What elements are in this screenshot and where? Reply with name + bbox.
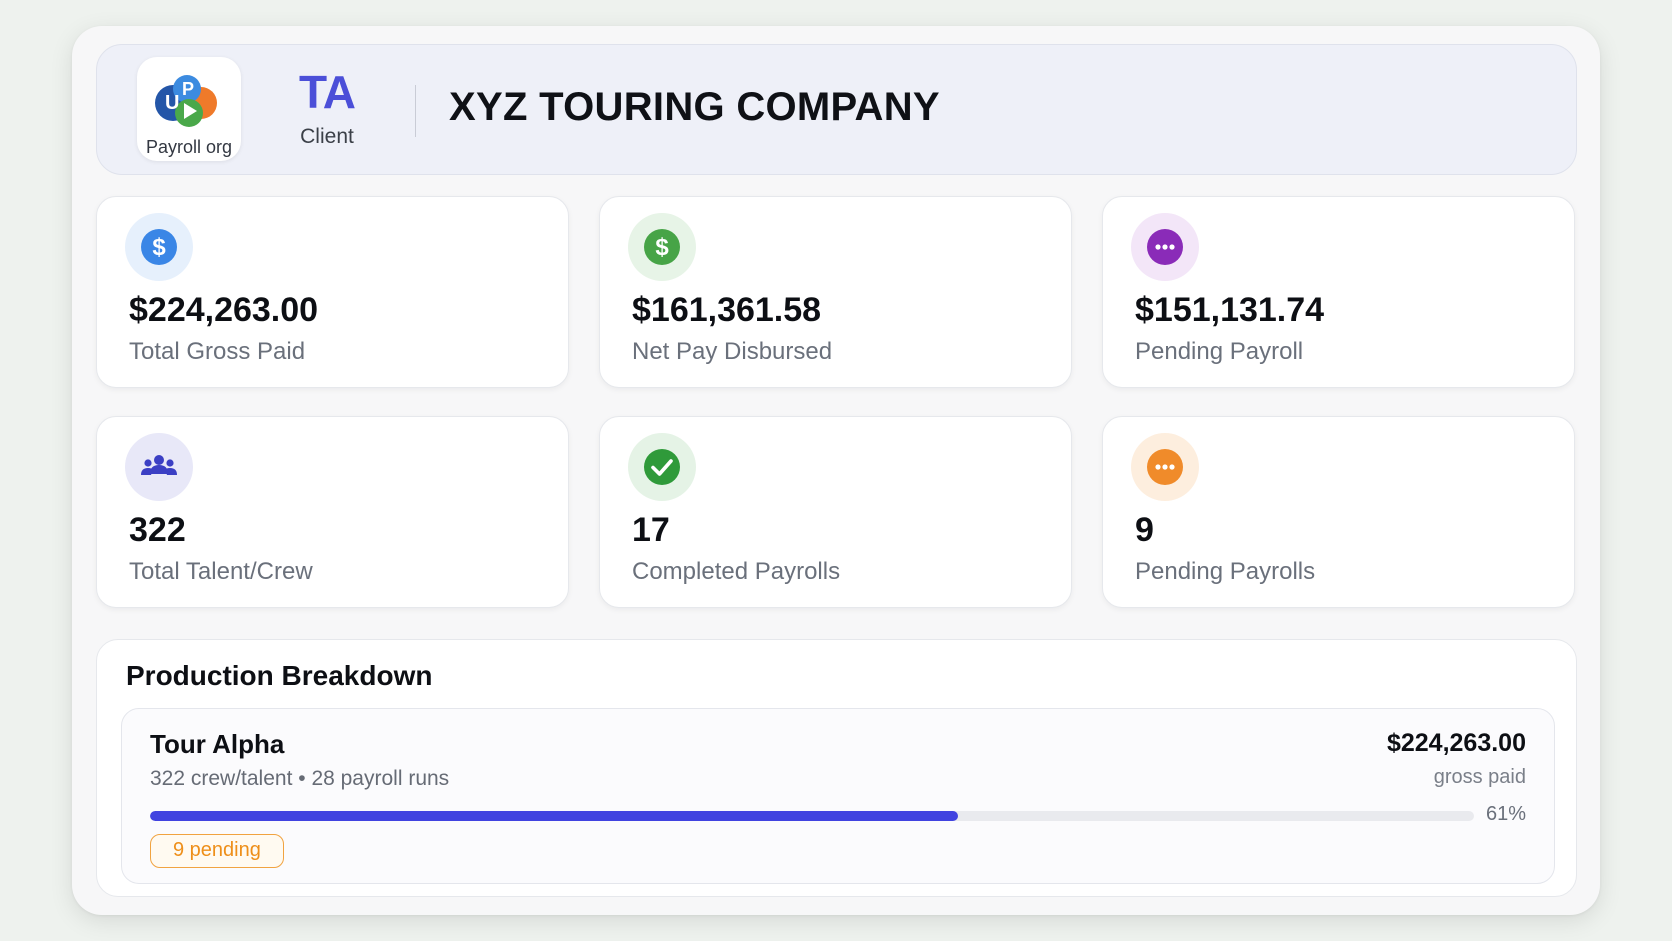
stat-label: Completed Payrolls bbox=[632, 558, 841, 585]
pending-badge[interactable]: 9 pending bbox=[150, 834, 284, 868]
client-initials: TA bbox=[299, 66, 356, 118]
client-role: Client bbox=[300, 125, 354, 148]
dashboard-frame: U P Payroll org TA Client XYZ TOURING CO… bbox=[72, 26, 1600, 915]
production-progress-percent: 61% bbox=[1485, 803, 1526, 825]
stat-label: Net Pay Disbursed bbox=[632, 338, 833, 365]
production-name: Tour Alpha bbox=[150, 729, 285, 759]
client-badge: TA Client bbox=[297, 67, 357, 149]
production-gross-label: gross paid bbox=[1433, 766, 1526, 788]
production-progress-fill bbox=[150, 811, 958, 821]
company-name: XYZ TOURING COMPANY bbox=[449, 85, 940, 129]
payroll-org-logo[interactable]: U P Payroll org bbox=[137, 57, 241, 161]
stat-card-net-pay-disbursed[interactable]: $ $161,361.58 Net Pay Disbursed bbox=[599, 196, 1072, 388]
check-icon bbox=[628, 433, 696, 501]
production-gross-amount: $224,263.00 bbox=[1386, 729, 1526, 757]
stat-value: $151,131.74 bbox=[1135, 291, 1325, 329]
stat-value: 17 bbox=[632, 511, 670, 549]
stat-card-pending-payrolls[interactable]: 9 Pending Payrolls bbox=[1102, 416, 1575, 608]
stat-card-total-gross-paid[interactable]: $ $224,263.00 Total Gross Paid bbox=[96, 196, 569, 388]
svg-text:$: $ bbox=[152, 234, 166, 261]
production-progress-bar bbox=[150, 811, 1474, 821]
production-breakdown: Production Breakdown Tour Alpha 322 crew… bbox=[96, 639, 1577, 897]
production-card-tour-alpha[interactable]: Tour Alpha 322 crew/talent • 28 payroll … bbox=[121, 708, 1555, 884]
header-divider bbox=[415, 85, 416, 137]
svg-text:P: P bbox=[182, 79, 194, 99]
stat-value: $161,361.58 bbox=[632, 291, 822, 329]
svg-text:U: U bbox=[165, 92, 179, 114]
production-meta: 322 crew/talent • 28 payroll runs bbox=[150, 767, 450, 790]
ellipsis-icon bbox=[1131, 213, 1199, 281]
stat-label: Pending Payroll bbox=[1135, 338, 1304, 365]
stat-value: 9 bbox=[1135, 511, 1154, 549]
stat-label: Total Gross Paid bbox=[129, 338, 306, 365]
ellipsis-icon bbox=[1131, 433, 1199, 501]
stat-card-completed-payrolls[interactable]: 17 Completed Payrolls bbox=[599, 416, 1072, 608]
breakdown-title: Production Breakdown bbox=[126, 660, 433, 691]
stat-card-pending-payroll[interactable]: $151,131.74 Pending Payroll bbox=[1102, 196, 1575, 388]
people-icon bbox=[125, 433, 193, 501]
stat-label: Pending Payrolls bbox=[1135, 558, 1316, 585]
dollar-icon: $ bbox=[628, 213, 696, 281]
stat-value: $224,263.00 bbox=[129, 291, 319, 329]
client-header: U P Payroll org TA Client XYZ TOURING CO… bbox=[96, 44, 1577, 175]
stat-label: Total Talent/Crew bbox=[129, 558, 313, 585]
payroll-org-logo-icon: U P bbox=[155, 75, 217, 127]
logo-caption: Payroll org bbox=[145, 137, 233, 157]
stat-card-total-talent-crew[interactable]: 322 Total Talent/Crew bbox=[96, 416, 569, 608]
stat-value: 322 bbox=[129, 511, 186, 549]
dollar-icon: $ bbox=[125, 213, 193, 281]
svg-text:$: $ bbox=[655, 234, 669, 261]
